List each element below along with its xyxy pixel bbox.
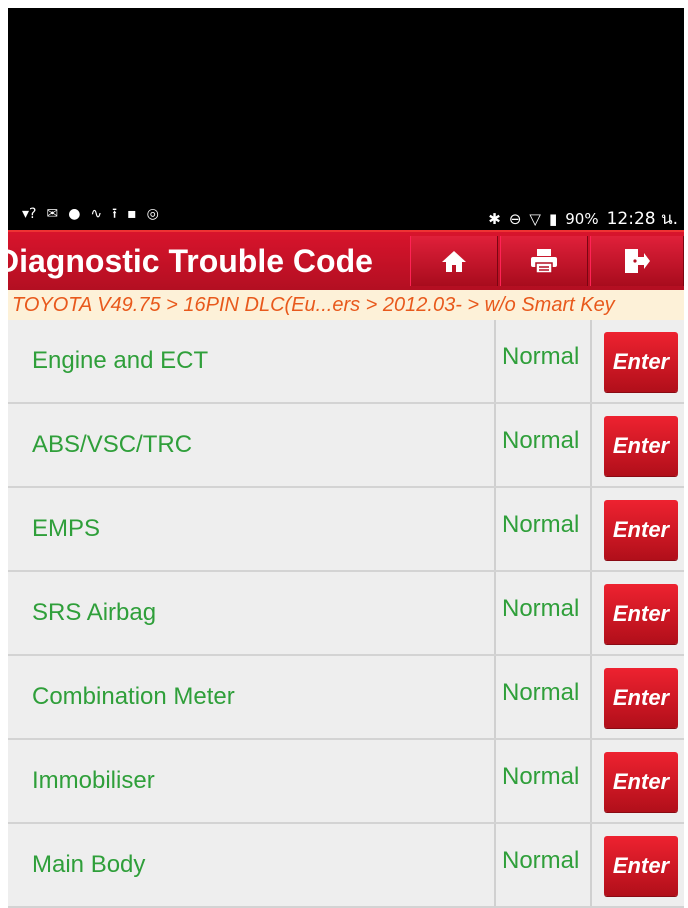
- system-name: EMPS: [32, 515, 101, 542]
- print-icon: [531, 249, 557, 274]
- stethoscope-icon: ∿: [90, 206, 103, 222]
- system-status: Normal: [502, 343, 580, 370]
- clock: 12:28 น.: [606, 209, 678, 229]
- enter-button[interactable]: Enter: [604, 500, 678, 560]
- status-bar: ▾? ✉ ● ∿ ⭱ ▪ ◎ ✱ ⊖ ▽ ▮ 90% 12:28 น.: [8, 200, 684, 230]
- title-bar: Diagnostic Trouble Code: [8, 230, 684, 290]
- table-row: ABS/VSC/TRC Normal Enter: [8, 404, 684, 488]
- system-status: Normal: [502, 679, 580, 706]
- status-cell: Normal: [494, 320, 592, 402]
- system-name: Combination Meter: [32, 683, 235, 710]
- system-status: Normal: [502, 763, 580, 790]
- system-name: SRS Airbag: [32, 599, 157, 626]
- image-icon: ▪: [127, 206, 137, 222]
- system-status: Normal: [502, 595, 580, 622]
- exit-button[interactable]: [590, 236, 684, 286]
- system-name: ABS/VSC/TRC: [32, 431, 193, 458]
- table-row: Engine and ECT Normal Enter: [8, 320, 684, 404]
- bluetooth-icon: ✱: [488, 209, 501, 228]
- status-cell: Normal: [494, 824, 592, 906]
- black-top-area: [8, 8, 684, 230]
- table-row: Combination Meter Normal Enter: [8, 656, 684, 740]
- enter-button[interactable]: Enter: [604, 584, 678, 644]
- status-cell: Normal: [494, 404, 592, 486]
- enter-button[interactable]: Enter: [604, 668, 678, 728]
- dnd-icon: ⊖: [508, 209, 522, 228]
- status-bar-notifications: ▾? ✉ ● ∿ ⭱ ▪ ◎: [22, 206, 159, 222]
- exit-icon: [625, 249, 650, 273]
- enter-button[interactable]: Enter: [604, 416, 678, 476]
- status-cell: Normal: [494, 740, 592, 822]
- table-row: Immobiliser Normal Enter: [8, 740, 684, 824]
- system-status: Normal: [502, 511, 580, 538]
- enter-button[interactable]: Enter: [604, 752, 678, 812]
- home-icon: [442, 251, 466, 272]
- status-cell: Normal: [494, 572, 592, 654]
- wifi-question-icon: ▾?: [22, 206, 37, 222]
- table-row: SRS Airbag Normal Enter: [8, 572, 684, 656]
- enter-button[interactable]: Enter: [604, 332, 678, 392]
- page-title: Diagnostic Trouble Code: [8, 243, 373, 279]
- chat-icon: ●: [68, 206, 81, 222]
- system-status: Normal: [502, 427, 580, 454]
- battery-icon: ▮: [548, 209, 558, 228]
- system-status: Normal: [502, 847, 580, 874]
- system-name: Engine and ECT: [32, 347, 209, 374]
- table-row: Main Body Normal Enter: [8, 824, 684, 908]
- signal-icon: ▽: [529, 209, 541, 228]
- system-list: Engine and ECT Normal Enter ABS/VSC/TRC …: [8, 320, 684, 908]
- print-button[interactable]: [500, 236, 588, 286]
- upload-icon: ⭱: [112, 206, 118, 222]
- system-name: Immobiliser: [32, 767, 155, 794]
- status-cell: Normal: [494, 488, 592, 570]
- status-cell: Normal: [494, 656, 592, 738]
- battery-percent: 90%: [565, 209, 599, 228]
- home-button[interactable]: [410, 236, 498, 286]
- status-bar-system: ✱ ⊖ ▽ ▮ 90% 12:28 น.: [488, 205, 678, 232]
- table-row: EMPS Normal Enter: [8, 488, 684, 572]
- mail-icon: ✉: [46, 206, 59, 222]
- breadcrumb: TOYOTA V49.75 > 16PIN DLC(Eu...ers > 201…: [8, 290, 684, 320]
- page-title-container: Diagnostic Trouble Code: [8, 240, 408, 282]
- system-name: Main Body: [32, 851, 146, 878]
- enter-button[interactable]: Enter: [604, 836, 678, 896]
- breadcrumb-text: TOYOTA V49.75 > 16PIN DLC(Eu...ers > 201…: [12, 294, 615, 316]
- bluetooth-circle-icon: ◎: [146, 206, 159, 222]
